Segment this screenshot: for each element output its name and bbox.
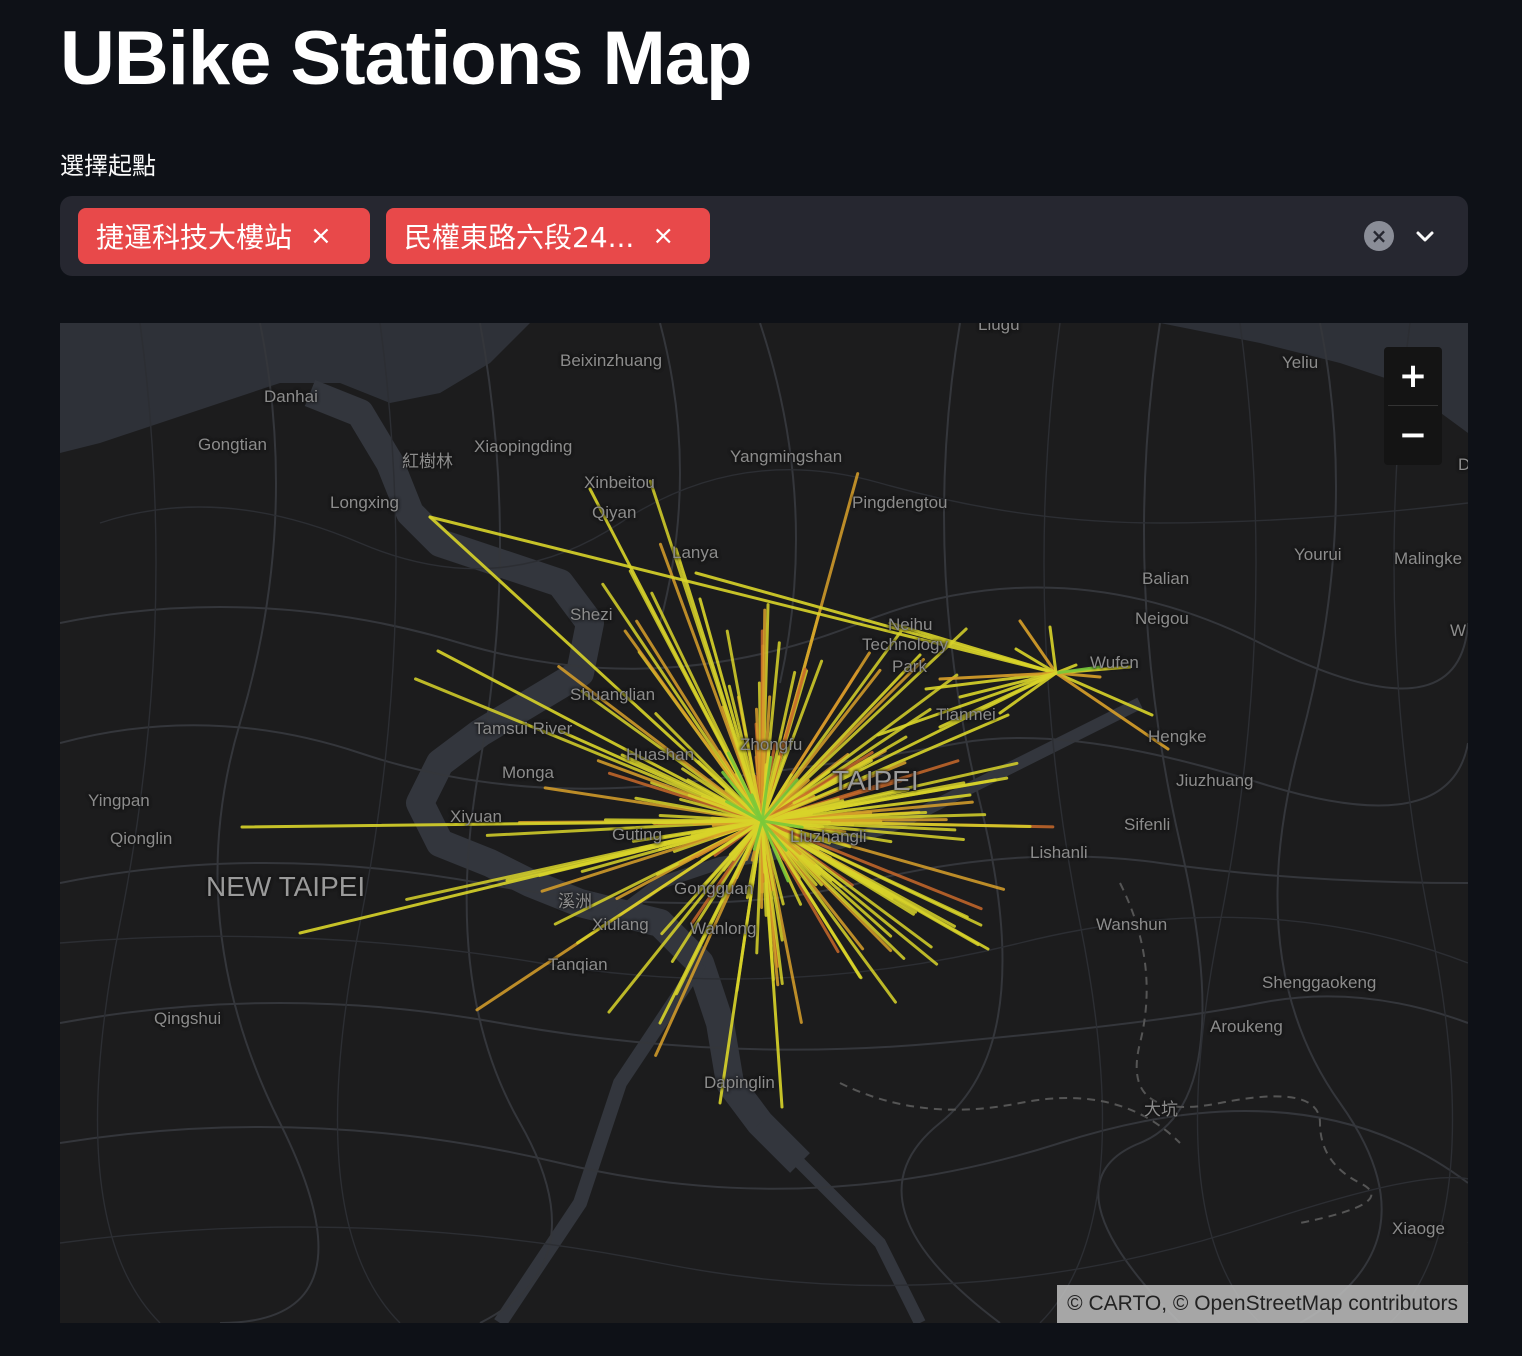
- page-title: UBike Stations Map: [60, 16, 752, 101]
- map-place-label: Liugu: [978, 323, 1020, 334]
- map-place-label: Shenggaokeng: [1262, 973, 1377, 992]
- map-place-label: Huashan: [626, 745, 695, 764]
- map-place-label: Sifenli: [1124, 815, 1171, 834]
- map-place-label: Danhai: [264, 387, 318, 406]
- map-place-label: Yingpan: [88, 791, 150, 810]
- map-place-label: Lishanli: [1030, 843, 1088, 862]
- map-place-label: Gongtian: [198, 435, 267, 454]
- remove-tag-icon[interactable]: ×: [652, 223, 674, 249]
- map-place-label: Wufen: [1090, 653, 1139, 672]
- map-place-label: Jiuzhuang: [1176, 771, 1254, 790]
- map-place-label: 紅樹林: [402, 452, 453, 471]
- map-place-label: Balian: [1142, 569, 1190, 588]
- map-place-label: Liuzhangli: [790, 827, 867, 846]
- route-line: [428, 515, 1058, 675]
- map-place-label: TAIPEI: [832, 765, 919, 796]
- clear-all-icon[interactable]: ×: [1364, 221, 1394, 251]
- map-basemap: [60, 323, 1468, 1323]
- map-place-label: Beixinzhuang: [560, 351, 663, 370]
- map-attribution[interactable]: © CARTO, © OpenStreetMap contributors: [1057, 1285, 1468, 1323]
- map-place-label: Shuanglian: [570, 685, 656, 704]
- map-place-label: 溪洲: [558, 892, 592, 911]
- map-place-label: NEW TAIPEI: [206, 871, 366, 902]
- map-place-label: Malingke: [1394, 549, 1463, 568]
- map-place-label: Xiulang: [592, 915, 649, 934]
- map-place-label: Technology: [862, 635, 949, 654]
- zoom-control: + −: [1384, 347, 1442, 465]
- map-place-label: Xiaoge: [1392, 1219, 1445, 1238]
- map-canvas[interactable]: Liugu Beixinzhuang Yeliu Danhai Gongtian 紅樹林 X…: [60, 323, 1468, 1323]
- map-place-label: Neigou: [1135, 609, 1189, 628]
- zoom-out-button[interactable]: −: [1384, 406, 1442, 464]
- remove-tag-icon[interactable]: ×: [310, 223, 332, 249]
- selected-tag: 民權東路六段24... ×: [386, 208, 710, 264]
- map-place-label: Lanya: [672, 543, 719, 562]
- map-place-label: Shezi: [570, 605, 613, 624]
- map-place-label: Tianmei: [936, 705, 996, 724]
- map-place-label: Park: [892, 657, 927, 676]
- start-point-multiselect[interactable]: 捷運科技大樓站 × 民權東路六段24... × ×: [60, 196, 1468, 276]
- map-place-label: Neihu: [888, 615, 933, 634]
- map-place-label: Tamsui River: [474, 719, 573, 738]
- map-place-label: Zhongfu: [740, 735, 803, 754]
- map-place-label: Yeliu: [1282, 353, 1319, 372]
- map-place-label: Xiaopingding: [474, 437, 573, 456]
- selected-tag: 捷運科技大樓站 ×: [78, 208, 370, 264]
- map-place-label: Gongguan: [674, 879, 754, 898]
- route-line: [1054, 671, 1154, 717]
- map-place-label: Tanqian: [548, 955, 608, 974]
- map-place-label: Yangmingshan: [730, 447, 843, 466]
- map-place-label: Guting: [612, 825, 663, 844]
- map-place-label: Qiyan: [592, 503, 637, 522]
- map-place-label: Qionglin: [110, 829, 173, 848]
- map-place-label: Hengke: [1148, 727, 1207, 746]
- route-line: [876, 671, 1058, 737]
- map-place-label: Pingdengtou: [852, 493, 948, 512]
- map-place-label: Xinbeitou: [584, 473, 655, 492]
- selected-tag-label: 捷運科技大樓站: [96, 221, 293, 254]
- map-place-label: Wanshun: [1096, 915, 1168, 934]
- start-point-label: 選擇起點: [60, 152, 156, 180]
- map-place-label: Monga: [502, 763, 554, 782]
- map-place-label: D: [1458, 455, 1468, 474]
- map-place-label: Xiyuan: [450, 807, 502, 826]
- map-place-label: Wanlong: [690, 919, 757, 938]
- map-place-label: Aroukeng: [1210, 1017, 1283, 1036]
- map-place-label: Qingshui: [154, 1009, 222, 1028]
- zoom-in-button[interactable]: +: [1384, 347, 1442, 405]
- chevron-down-icon[interactable]: [1410, 222, 1440, 252]
- map-place-label: Yourui: [1294, 545, 1342, 564]
- map-place-label: Dapinglin: [704, 1073, 775, 1092]
- map-place-label: W: [1450, 621, 1467, 640]
- map-place-label: Longxing: [330, 493, 400, 512]
- map-place-label: 大坑: [1144, 1100, 1178, 1119]
- selected-tag-label: 民權東路六段24...: [404, 221, 635, 254]
